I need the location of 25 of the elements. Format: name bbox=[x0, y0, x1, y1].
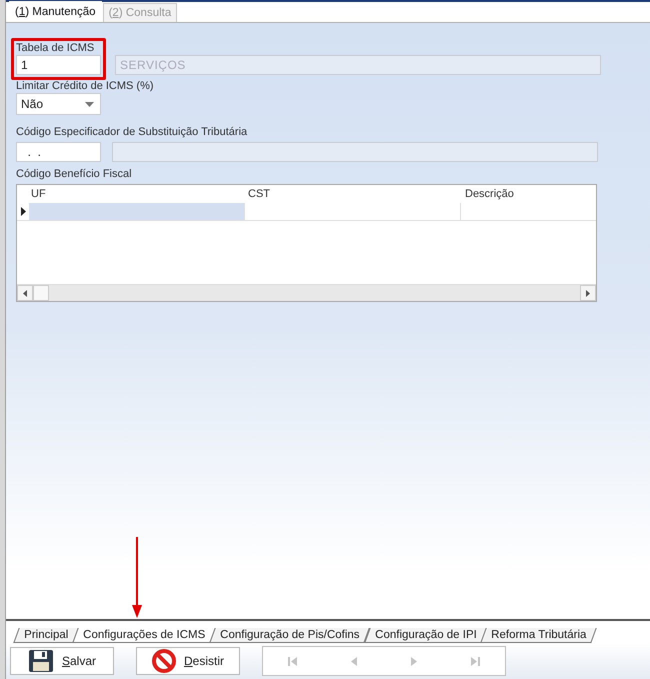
field-label: Código Especificador de Substituição Tributária bbox=[16, 126, 248, 139]
prohibited-icon bbox=[152, 649, 176, 673]
save-button[interactable]: Salvar bbox=[10, 647, 114, 675]
input-field[interactable]: . . bbox=[16, 142, 101, 162]
horizontal-scrollbar[interactable] bbox=[17, 284, 596, 301]
table-row[interactable] bbox=[17, 203, 596, 221]
section-tab[interactable]: Configuração de IPI bbox=[364, 628, 487, 643]
column-header[interactable]: Descrição bbox=[463, 185, 596, 203]
section-tab[interactable]: Reforma Tributária bbox=[480, 628, 598, 643]
scroll-thumb[interactable] bbox=[33, 285, 49, 301]
input-field[interactable]: 1 bbox=[16, 55, 101, 75]
section-tab[interactable]: Configuração de Pis/Cofins bbox=[209, 628, 370, 643]
dropdown-arrow-icon[interactable] bbox=[85, 102, 94, 106]
field-label: Limitar Crédito de ICMS (%) bbox=[16, 80, 155, 93]
row-pointer-icon bbox=[20, 207, 26, 216]
section-tab[interactable]: Principal bbox=[13, 628, 79, 643]
field-label: Código Benefício Fiscal bbox=[16, 168, 133, 181]
cancel-button[interactable]: Desistir bbox=[136, 647, 240, 675]
section-tab[interactable]: Configurações de ICMS bbox=[72, 628, 216, 643]
column-header[interactable]: CST bbox=[246, 185, 463, 203]
scroll-left-icon[interactable] bbox=[23, 290, 27, 296]
field-label: Tabela de ICMS bbox=[16, 42, 96, 55]
dropdown[interactable]: Não bbox=[16, 93, 101, 115]
scroll-right-icon[interactable] bbox=[586, 290, 590, 296]
column-header[interactable]: UF bbox=[29, 185, 246, 203]
